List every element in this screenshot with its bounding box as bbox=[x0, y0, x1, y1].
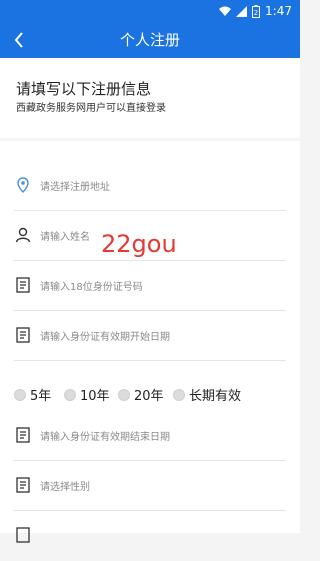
radio-label: 5年 bbox=[30, 389, 52, 404]
radio-long-term[interactable]: 长期有效 bbox=[173, 385, 241, 404]
battery-level: 2 bbox=[254, 9, 258, 17]
gender-placeholder: 请选择性别 bbox=[40, 482, 90, 493]
status-time: 1:47 bbox=[265, 4, 292, 18]
id-start-placeholder: 请输入身份证有效期开始日期 bbox=[40, 332, 170, 343]
header-title: 请填写以下注册信息 bbox=[16, 80, 152, 98]
radio-20-years[interactable]: 20年 bbox=[118, 385, 164, 404]
header-subtitle: 西藏政务服务网用户可以直接登录 bbox=[16, 103, 166, 114]
radio-label: 10年 bbox=[80, 389, 110, 404]
id-card-icon bbox=[16, 527, 30, 543]
id-card-icon bbox=[16, 327, 30, 343]
radio-button[interactable] bbox=[173, 388, 185, 401]
page-title: 个人注册 bbox=[119, 31, 180, 49]
status-bar: 2 1:47 bbox=[0, 0, 300, 22]
id-number-placeholder: 请输入18位身份证号码 bbox=[40, 282, 143, 293]
id-card-icon bbox=[16, 477, 30, 493]
info-header: 请填写以下注册信息 西藏政务服务网用户可以直接登录 bbox=[0, 58, 300, 138]
id-card-icon bbox=[16, 277, 30, 293]
user-icon bbox=[15, 227, 31, 243]
address-placeholder: 请选择注册地址 bbox=[40, 182, 110, 193]
registration-form: 请选择注册地址 请输入姓名 请输入18位身份证号码 请输入身份证有效期开始日期 … bbox=[0, 141, 300, 543]
battery-icon: 2 bbox=[252, 4, 261, 18]
radio-label: 长期有效 bbox=[189, 389, 242, 404]
address-field[interactable]: 请选择注册地址 bbox=[0, 161, 300, 211]
id-start-date-field[interactable]: 请输入身份证有效期开始日期 bbox=[0, 311, 300, 361]
wifi-icon bbox=[219, 6, 232, 16]
signal-icon bbox=[236, 5, 248, 17]
radio-button[interactable] bbox=[118, 388, 130, 401]
location-pin-icon bbox=[17, 177, 29, 193]
next-field-partial[interactable] bbox=[0, 511, 300, 561]
radio-label: 20年 bbox=[134, 389, 164, 404]
id-number-field[interactable]: 请输入18位身份证号码 bbox=[0, 261, 300, 311]
app-bar: 个人注册 bbox=[0, 22, 300, 58]
id-card-icon bbox=[16, 427, 30, 443]
id-end-placeholder: 请输入身份证有效期结束日期 bbox=[40, 432, 170, 443]
gender-field[interactable]: 请选择性别 bbox=[0, 461, 300, 511]
radio-5-years[interactable]: 5年 bbox=[14, 385, 51, 404]
id-end-date-field[interactable]: 请输入身份证有效期结束日期 bbox=[0, 411, 300, 461]
name-placeholder: 请输入姓名 bbox=[40, 232, 90, 243]
watermark-text: 22gou bbox=[101, 230, 177, 258]
validity-period-options: 5年 10年 20年 长期有效 bbox=[0, 375, 300, 411]
radio-10-years[interactable]: 10年 bbox=[64, 385, 110, 404]
radio-button[interactable] bbox=[64, 388, 76, 401]
radio-button[interactable] bbox=[14, 388, 26, 401]
